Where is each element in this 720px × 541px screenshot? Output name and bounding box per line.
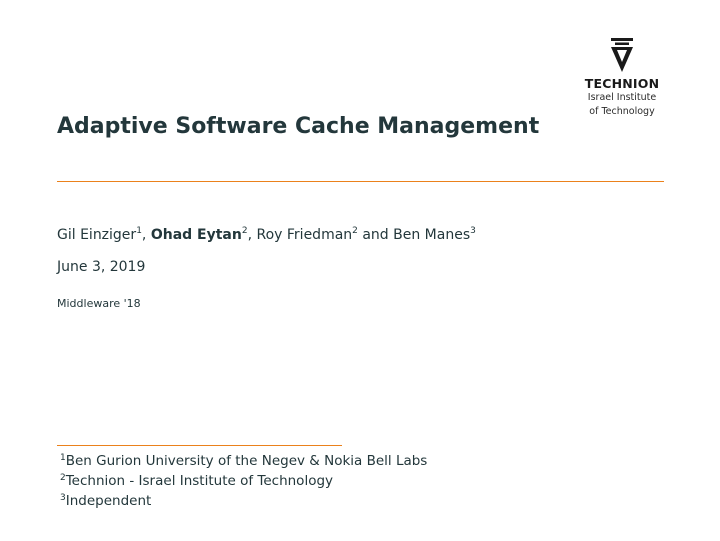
footnote-list: 1Ben Gurion University of the Negev & No… [60, 451, 427, 511]
footnote-divider [57, 445, 342, 446]
slide-title: Adaptive Software Cache Management [57, 114, 540, 139]
title-divider [57, 181, 664, 183]
author-name: Ben Manes [393, 227, 471, 243]
footnote-text: Technion - Israel Institute of Technolog… [65, 473, 334, 489]
footnote-item: 3Independent [60, 491, 427, 511]
logo-subtitle-line2: of Technology [589, 106, 655, 117]
author-list: Gil Einziger1, Ohad Eytan2, Roy Friedman… [57, 226, 476, 244]
author-name: Roy Friedman [256, 227, 353, 243]
technion-logo: TECHNION Israel Institute of Technology [582, 38, 662, 119]
logo-name: TECHNION [584, 76, 660, 91]
conference-name: Middleware '18 [57, 297, 141, 310]
presenting-author-name: Ohad Eytan [150, 227, 242, 243]
logo-subtitle-line1: Israel Institute [587, 92, 657, 103]
footnote-text: Independent [65, 493, 152, 509]
presentation-date: June 3, 2019 [57, 259, 146, 275]
author-separator: , [141, 227, 151, 243]
affiliation-mark: 3 [470, 226, 476, 236]
footnote-text: Ben Gurion University of the Negev & Nok… [65, 453, 428, 469]
footnote-item: 2Technion - Israel Institute of Technolo… [60, 471, 427, 491]
author-separator: and [357, 227, 394, 243]
author-name: Gil Einziger [57, 227, 137, 243]
technion-emblem-icon [611, 38, 633, 72]
footnote-item: 1Ben Gurion University of the Negev & No… [60, 451, 427, 471]
